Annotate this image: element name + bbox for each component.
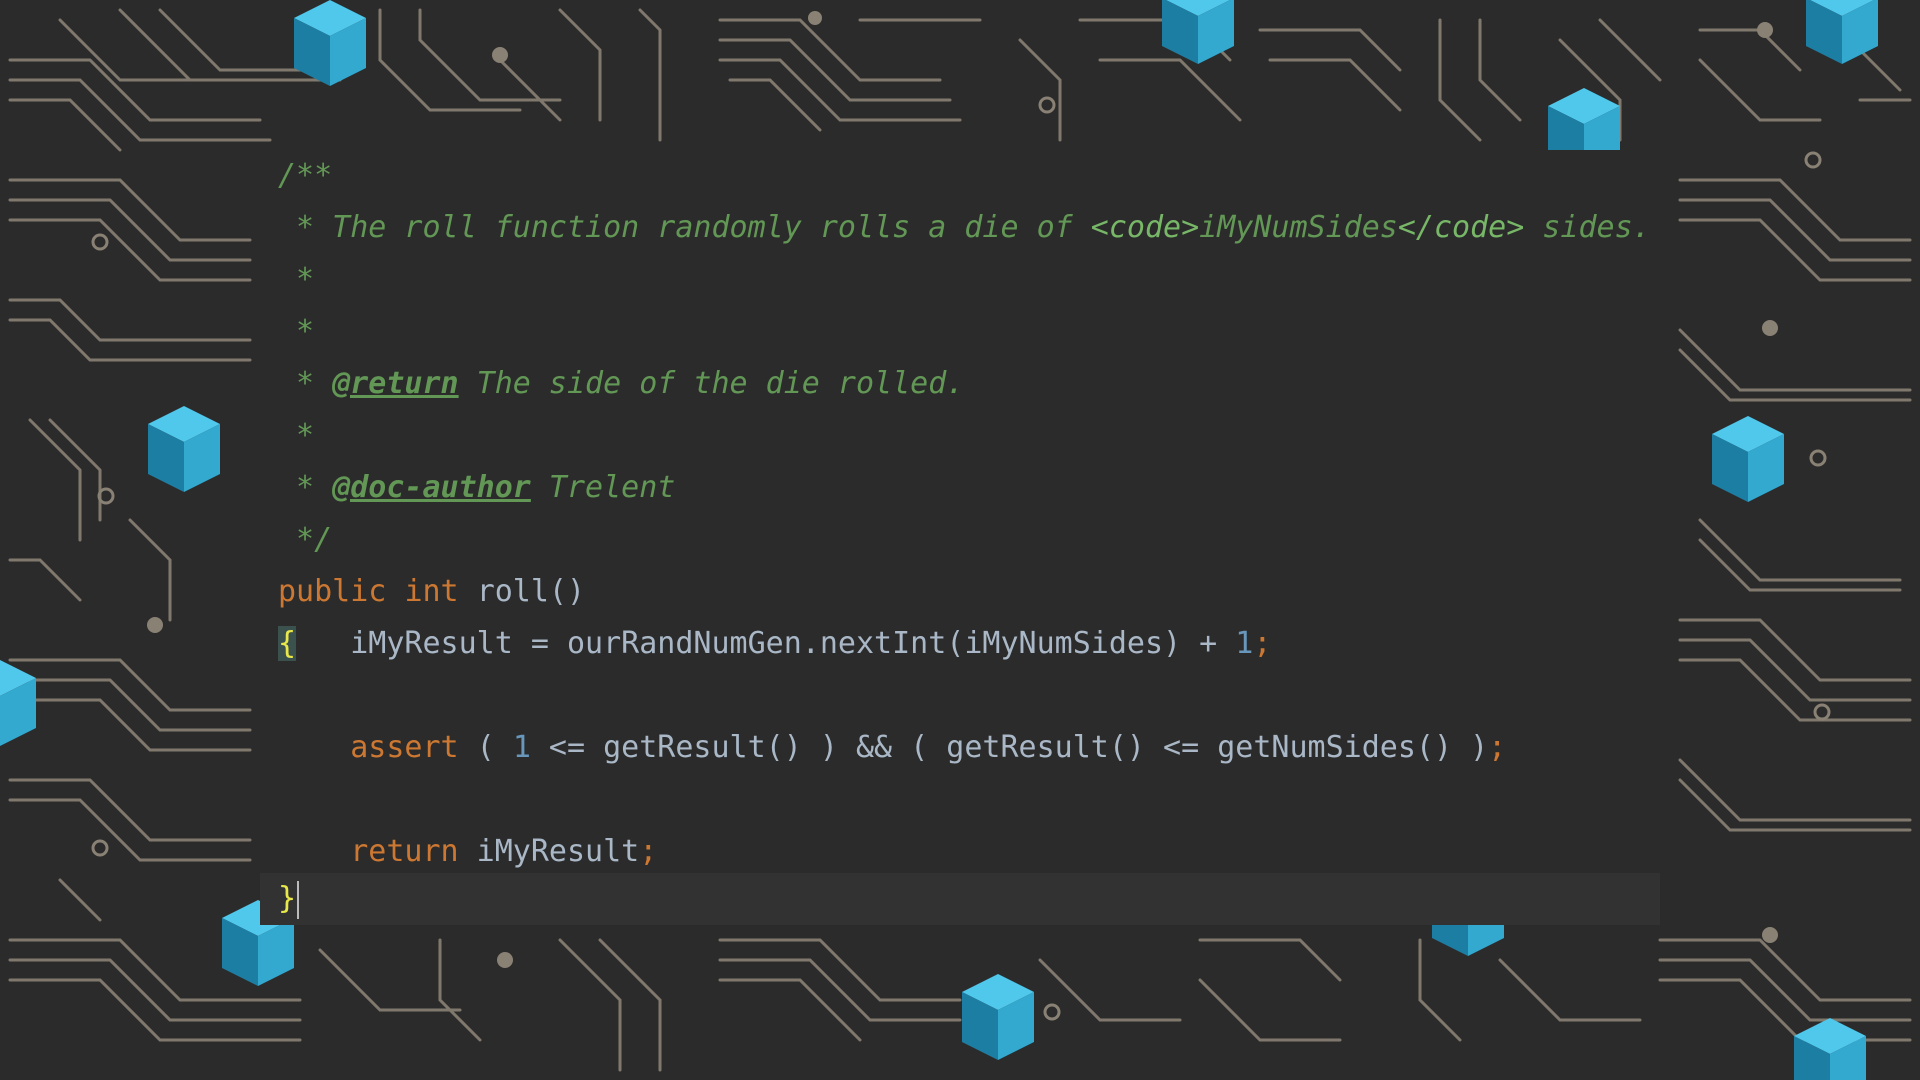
doc-comment-close: */	[278, 522, 333, 557]
doc-author-tag: @doc-author	[332, 470, 531, 505]
current-line-highlight	[260, 873, 1660, 925]
doc-comment-blank: *	[278, 418, 315, 453]
close-brace-line: }	[278, 873, 300, 925]
doc-comment-blank: *	[278, 262, 315, 297]
close-brace: }	[278, 881, 297, 916]
assert-line: assert ( 1 <= getResult() ) && ( getResu…	[350, 730, 1507, 765]
doc-comment-description: * The roll function randomly rolls a die…	[278, 210, 1651, 245]
text-caret	[297, 880, 300, 919]
cube-icon	[294, 0, 366, 86]
assignment-line: { iMyResult = ourRandNumGen.nextInt(iMyN…	[278, 626, 1272, 661]
doc-comment-open: /**	[278, 158, 333, 193]
doc-comment-blank: *	[278, 314, 315, 349]
doc-comment-author: * @doc-author Trelent	[278, 470, 676, 505]
return-line: return iMyResult;	[350, 834, 658, 869]
open-brace: {	[278, 626, 297, 661]
method-signature: public int roll()	[278, 574, 586, 609]
code-editor[interactable]: /** * The roll function randomly rolls a…	[260, 150, 1660, 925]
doc-comment-return: * @return The side of the die rolled.	[278, 366, 965, 401]
return-tag: @return	[332, 366, 459, 401]
